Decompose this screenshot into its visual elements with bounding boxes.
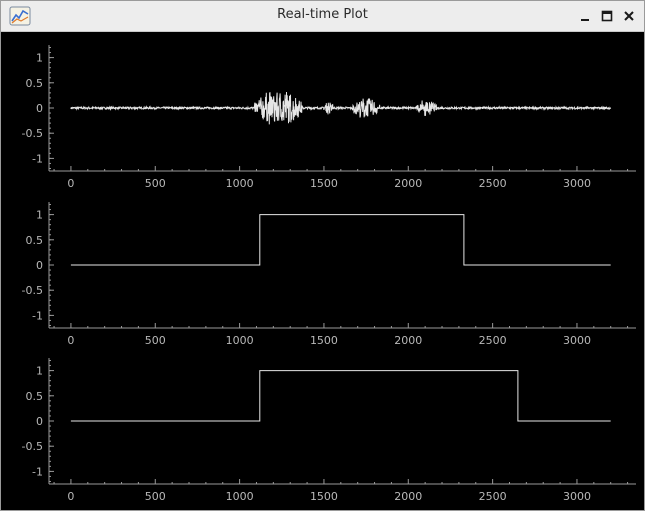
x-tick-label: 3000 xyxy=(563,334,591,347)
waveform-plot-canvas[interactable]: 0 500 1000 1500 2000 2500 3000 1 0.5 0 -0.5 -1 xyxy=(6,37,642,193)
x-tick-label: 2000 xyxy=(394,334,422,347)
y-tick-label: 0.5 xyxy=(26,234,44,247)
audio-waveform-line xyxy=(70,91,612,125)
detection-plot-1[interactable]: 0 500 1000 1500 2000 2500 3000 1 0.5 0 -0.5 -1 xyxy=(6,194,642,350)
y-tick-label: 1 xyxy=(36,365,43,378)
y-tick-label: -0.5 xyxy=(22,284,43,297)
maximize-icon[interactable] xyxy=(598,7,616,25)
x-tick-label: 1000 xyxy=(226,177,254,190)
detection-step-line xyxy=(70,214,611,266)
x-tick-label: 500 xyxy=(145,490,166,503)
y-tick-label: 0 xyxy=(36,259,43,272)
y-tick-label: 0 xyxy=(36,102,43,115)
y-tick-label: 0 xyxy=(36,415,43,428)
detection-plot-2-canvas[interactable]: 0 500 1000 1500 2000 2500 3000 1 0.5 0 -0.5 -1 xyxy=(6,350,642,506)
y-tick-label: -1 xyxy=(32,465,43,478)
y-tick-label: -1 xyxy=(32,309,43,322)
x-tick-label: 1000 xyxy=(226,334,254,347)
x-tick-label: 3000 xyxy=(563,177,591,190)
title-bar[interactable]: Real-time Plot xyxy=(1,1,644,32)
x-tick-label: 3000 xyxy=(563,490,591,503)
y-tick-label: -0.5 xyxy=(22,127,43,140)
y-tick-label: 0.5 xyxy=(26,77,44,90)
detection-plot-2[interactable]: 0 500 1000 1500 2000 2500 3000 1 0.5 0 -0.5 -1 xyxy=(6,350,642,506)
x-tick-label: 2500 xyxy=(479,334,507,347)
x-tick-label: 2500 xyxy=(479,177,507,190)
x-tick-label: 1500 xyxy=(310,177,338,190)
y-tick-label: 1 xyxy=(36,209,43,222)
x-tick-label: 1500 xyxy=(310,334,338,347)
detection-plot-1-canvas[interactable]: 0 500 1000 1500 2000 2500 3000 1 0.5 0 -0.5 -1 xyxy=(6,194,642,350)
y-tick-label: -0.5 xyxy=(22,440,43,453)
x-tick-label: 0 xyxy=(67,177,74,190)
x-tick-label: 0 xyxy=(67,490,74,503)
plot-area: 0 500 1000 1500 2000 2500 3000 1 0.5 0 -0.5 -1 0 500… xyxy=(6,32,642,510)
y-tick-label: 1 xyxy=(36,52,43,65)
window-title: Real-time Plot xyxy=(277,7,368,22)
x-tick-label: 500 xyxy=(145,177,166,190)
x-tick-label: 500 xyxy=(145,334,166,347)
app-window: Real-time Plot 0 500 1000 1500 2000 2500 3000 1… xyxy=(0,0,645,511)
x-tick-label: 1000 xyxy=(226,490,254,503)
minimize-icon[interactable] xyxy=(576,7,594,25)
waveform-plot[interactable]: 0 500 1000 1500 2000 2500 3000 1 0.5 0 -0.5 -1 xyxy=(6,37,642,193)
x-tick-label: 1500 xyxy=(310,490,338,503)
x-tick-label: 0 xyxy=(67,334,74,347)
x-tick-label: 2500 xyxy=(479,490,507,503)
x-tick-label: 2000 xyxy=(394,490,422,503)
y-tick-label: 0.5 xyxy=(26,390,44,403)
close-icon[interactable] xyxy=(620,7,638,25)
x-tick-label: 2000 xyxy=(394,177,422,190)
y-tick-label: -1 xyxy=(32,152,43,165)
detection-step-line xyxy=(70,370,611,422)
